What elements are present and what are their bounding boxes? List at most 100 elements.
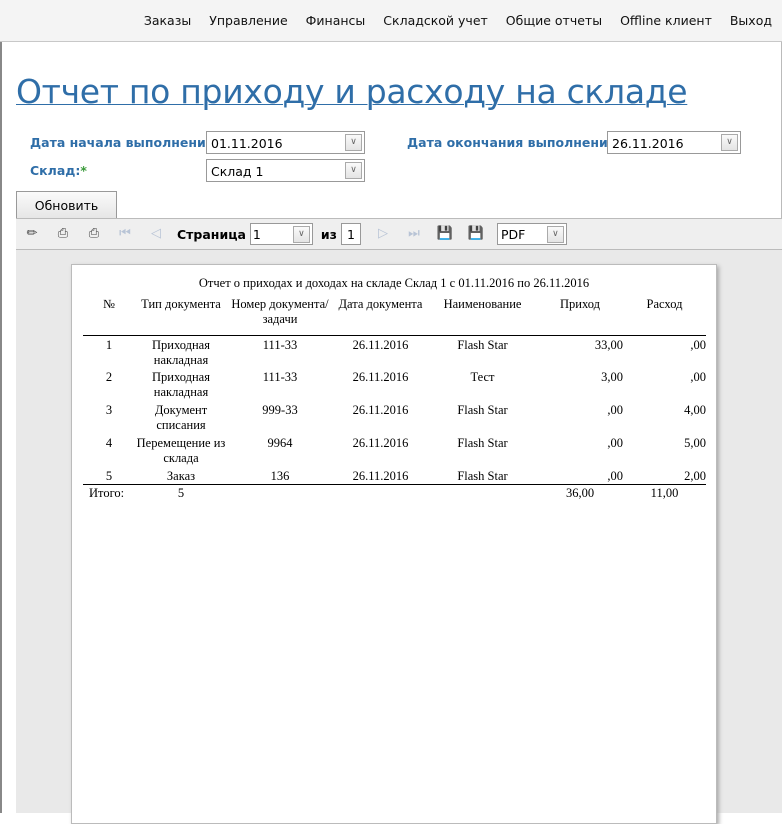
end-date-label: Дата окончания выполнения:* bbox=[407, 135, 627, 150]
table-row: 3 Документ списания 999-33 26.11.2016 Flash … bbox=[83, 401, 706, 434]
cell-doc-number: 9964 bbox=[267, 436, 293, 450]
cell-name: Flash Star bbox=[457, 337, 508, 352]
cell-number: 1 bbox=[105, 337, 113, 352]
cell-doc-type: Заказ bbox=[166, 469, 196, 483]
next-page-icon[interactable]: ▷ bbox=[373, 225, 393, 243]
export-icon[interactable]: 💾 bbox=[466, 225, 486, 243]
cell-number: 3 bbox=[105, 403, 113, 417]
end-date-value: 26.11.2016 bbox=[612, 136, 684, 151]
table-row: 2 Приходная накладная 111-33 26.11.2016 Тест… bbox=[83, 368, 706, 401]
cell-income: 33,00 bbox=[594, 337, 623, 352]
page-title: Отчет по приходу и расходу на складе bbox=[16, 72, 688, 111]
chevron-down-icon[interactable]: ∨ bbox=[721, 134, 738, 151]
cell-income: ,00 bbox=[607, 436, 623, 450]
total-income: 36,00 bbox=[565, 486, 595, 500]
cell-doc-date: 26.11.2016 bbox=[352, 370, 409, 384]
report-toolbar: ✏ ⎙ ⎙ ⏮ ◁ Страница 1 ∨ из 1 ▷ ⏭ 💾 💾 PDF ∨ bbox=[16, 218, 782, 250]
table-row: 4 Перемещение из склада 9964 26.11.2016 Flas… bbox=[83, 434, 706, 467]
report-page: Отчет о приходах и доходах на складе Скл… bbox=[71, 264, 717, 824]
total-count: 5 bbox=[177, 486, 185, 500]
top-nav: Заказы Управление Финансы Складской учет… bbox=[0, 0, 782, 42]
cell-doc-date: 26.11.2016 bbox=[352, 436, 409, 450]
cell-doc-type: Перемещение из склада bbox=[136, 436, 226, 465]
nav-orders[interactable]: Заказы bbox=[144, 13, 191, 28]
cell-doc-number: 111-33 bbox=[262, 370, 298, 384]
col-doc-date: Дата документа bbox=[338, 297, 423, 311]
cell-doc-type: Приходная накладная bbox=[152, 337, 210, 367]
cell-doc-type: Документ списания bbox=[154, 403, 208, 432]
chevron-down-icon[interactable]: ∨ bbox=[292, 226, 310, 243]
start-date-select[interactable]: 01.11.2016 ∨ bbox=[206, 131, 365, 154]
table-row: 5 Заказ 136 26.11.2016 Flash Star ,00 2,00 bbox=[83, 467, 706, 485]
page-value: 1 bbox=[252, 227, 261, 242]
cell-number: 2 bbox=[105, 370, 113, 384]
nav-reports[interactable]: Общие отчеты bbox=[506, 13, 602, 28]
cell-doc-type: Приходная накладная bbox=[152, 370, 210, 399]
cell-number: 5 bbox=[105, 469, 113, 483]
cell-doc-date: 26.11.2016 bbox=[352, 403, 409, 417]
cell-doc-date: 26.11.2016 bbox=[352, 469, 409, 483]
warehouse-label-text: Склад: bbox=[30, 163, 81, 178]
col-number: № bbox=[103, 297, 115, 311]
print-layout-icon[interactable]: ⎙ bbox=[84, 225, 104, 243]
cell-income: 3,00 bbox=[601, 370, 623, 384]
col-doc-type: Тип документа bbox=[141, 297, 221, 311]
total-row: Итого: 5 36,00 11,00 bbox=[83, 485, 706, 502]
prev-page-icon[interactable]: ◁ bbox=[146, 225, 166, 243]
table-row: 1 Приходная накладная 111-33 26.11.2016 Flas… bbox=[83, 335, 706, 368]
end-date-label-text: Дата окончания выполнения: bbox=[407, 135, 621, 150]
find-icon[interactable]: ✏ bbox=[22, 225, 42, 243]
print-icon[interactable]: ⎙ bbox=[53, 225, 73, 243]
nav-offline-client[interactable]: Offline клиент bbox=[620, 13, 712, 28]
total-label: Итого: bbox=[89, 486, 125, 500]
cell-income: ,00 bbox=[607, 403, 623, 417]
cell-number: 4 bbox=[105, 436, 113, 450]
warehouse-value: Склад 1 bbox=[211, 164, 264, 179]
required-mark: * bbox=[80, 163, 87, 178]
nav-finance[interactable]: Финансы bbox=[306, 13, 366, 28]
cell-name: Flash Star bbox=[457, 403, 508, 417]
warehouse-label: Склад:* bbox=[30, 163, 87, 178]
cell-expense: 2,00 bbox=[684, 469, 706, 483]
cell-doc-number: 111-33 bbox=[262, 337, 298, 352]
col-doc-number: Номер документа/задачи bbox=[231, 297, 329, 326]
report-viewer: Отчет о приходах и доходах на складе Скл… bbox=[16, 250, 782, 824]
col-name: Наименование bbox=[443, 297, 522, 311]
save-icon[interactable]: 💾 bbox=[435, 225, 455, 243]
table-header: № Тип документа Номер документа/задачи Д… bbox=[83, 297, 706, 335]
nav-management[interactable]: Управление bbox=[209, 13, 287, 28]
cell-expense: ,00 bbox=[690, 370, 706, 384]
cell-name: Flash Star bbox=[457, 469, 508, 483]
chevron-down-icon[interactable]: ∨ bbox=[345, 134, 362, 151]
nav-warehouse[interactable]: Складской учет bbox=[383, 13, 488, 28]
last-page-icon[interactable]: ⏭ bbox=[404, 225, 424, 243]
cell-income: ,00 bbox=[607, 469, 623, 483]
total-expense: 11,00 bbox=[650, 486, 679, 500]
export-format-select[interactable]: PDF ∨ bbox=[496, 223, 567, 245]
cell-doc-number: 999-33 bbox=[262, 403, 298, 417]
chevron-down-icon[interactable]: ∨ bbox=[546, 226, 564, 243]
nav-logout[interactable]: Выход bbox=[730, 13, 772, 28]
chevron-down-icon[interactable]: ∨ bbox=[345, 162, 362, 179]
cell-expense: ,00 bbox=[690, 337, 706, 352]
report-title: Отчет о приходах и доходах на складе Скл… bbox=[198, 276, 590, 290]
refresh-button[interactable]: Обновить bbox=[16, 191, 117, 218]
cell-doc-number: 136 bbox=[270, 469, 290, 483]
total-pages: 1 bbox=[340, 223, 361, 245]
start-date-value: 01.11.2016 bbox=[211, 136, 283, 151]
page-select[interactable]: 1 ∨ bbox=[249, 223, 313, 245]
cell-expense: 5,00 bbox=[684, 436, 706, 450]
cell-expense: 4,00 bbox=[684, 403, 706, 417]
start-date-label-text: Дата начала выполнения: bbox=[30, 135, 219, 150]
cell-name: Тест bbox=[470, 370, 495, 384]
of-label: из bbox=[320, 226, 337, 242]
report-table: № Тип документа Номер документа/задачи Д… bbox=[83, 297, 706, 501]
export-format-value: PDF bbox=[500, 227, 526, 242]
page-label: Страница bbox=[177, 226, 246, 242]
cell-doc-date: 26.11.2016 bbox=[352, 337, 409, 352]
col-expense: Расход bbox=[646, 297, 683, 311]
warehouse-select[interactable]: Склад 1 ∨ bbox=[206, 159, 365, 182]
first-page-icon[interactable]: ⏮ bbox=[115, 225, 135, 243]
col-income: Приход bbox=[560, 297, 600, 311]
end-date-select[interactable]: 26.11.2016 ∨ bbox=[607, 131, 741, 154]
